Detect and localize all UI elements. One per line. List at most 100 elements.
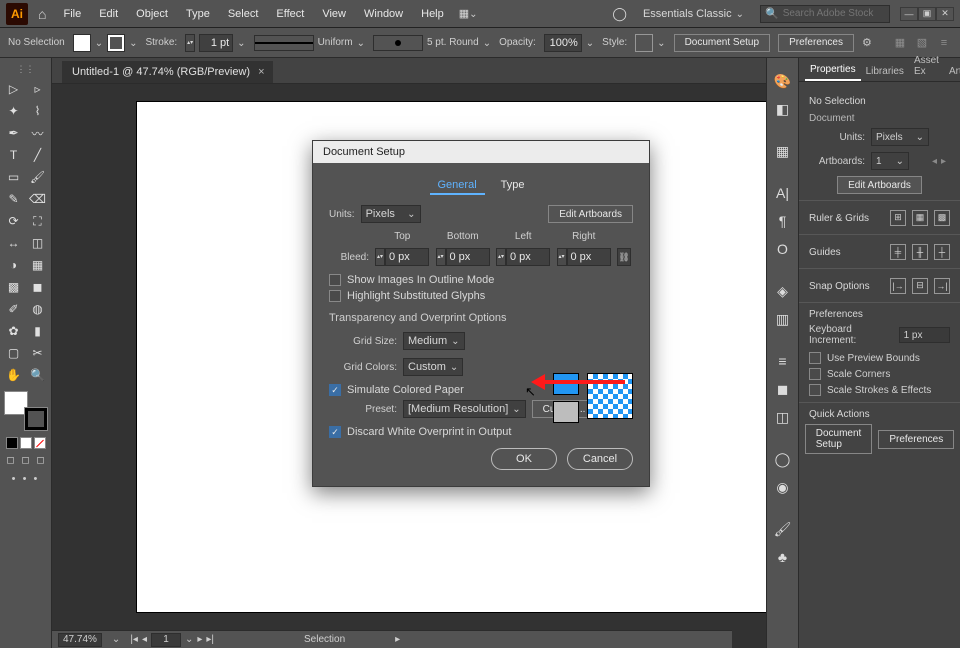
layers-panel-icon[interactable]: ◈: [771, 278, 795, 304]
use-preview-bounds-checkbox[interactable]: [809, 352, 821, 364]
lock-guides-icon[interactable]: ╫: [912, 244, 928, 260]
color-swatch[interactable]: [6, 437, 18, 449]
zoom-tool-icon[interactable]: 🔍: [27, 365, 49, 385]
preset-select[interactable]: [Medium Resolution]: [403, 400, 526, 418]
chevron-down-icon[interactable]: [586, 37, 594, 49]
menu-effect[interactable]: Effect: [269, 5, 311, 23]
artboards-panel-icon[interactable]: ▥: [771, 306, 795, 332]
smart-guides-icon[interactable]: ┼: [934, 244, 950, 260]
menu-file[interactable]: File: [56, 5, 88, 23]
lasso-tool-icon[interactable]: ⌇: [27, 101, 49, 121]
fill-swatch[interactable]: [73, 34, 91, 52]
grid-colors-select[interactable]: Custom: [403, 358, 463, 376]
menu-help[interactable]: Help: [414, 5, 451, 23]
tab-asset-export[interactable]: Asset Ex: [909, 51, 944, 81]
simulate-paper-checkbox[interactable]: [329, 384, 341, 396]
adobe-stock-search[interactable]: 🔍: [760, 5, 890, 23]
grid-color-swatch-1[interactable]: [553, 373, 579, 395]
snap-grid-icon[interactable]: ⊟: [912, 278, 928, 294]
eraser-tool-icon[interactable]: ⌫: [27, 189, 49, 209]
highlight-glyphs-checkbox[interactable]: [329, 290, 341, 302]
transparency-panel-icon[interactable]: ◫: [771, 404, 795, 430]
artboards-select[interactable]: 1: [871, 152, 909, 170]
fill-stroke-indicator[interactable]: [4, 391, 48, 431]
gradient-tool-icon[interactable]: ◼: [27, 277, 49, 297]
prev-artboard-icon[interactable]: ◂: [142, 634, 147, 645]
bleed-right-field[interactable]: 0 px: [567, 248, 611, 266]
eyedropper-tool-icon[interactable]: ✐: [3, 299, 25, 319]
show-guides-icon[interactable]: ╪: [890, 244, 906, 260]
shape-builder-tool-icon[interactable]: ◑: [3, 255, 25, 275]
menu-type[interactable]: Type: [179, 5, 217, 23]
bleed-right-stepper[interactable]: ▴▾: [557, 248, 567, 266]
menu-edit[interactable]: Edit: [92, 5, 125, 23]
quick-preferences-button[interactable]: Preferences: [878, 430, 954, 449]
selection-tool-icon[interactable]: ▷: [3, 79, 25, 99]
line-segment-tool-icon[interactable]: ╱: [27, 145, 49, 165]
search-input[interactable]: [783, 8, 885, 19]
ok-button[interactable]: OK: [491, 448, 557, 470]
keyboard-increment-field[interactable]: 1 px: [899, 327, 950, 343]
graphic-styles-panel-icon[interactable]: ◉: [771, 474, 795, 500]
type-tool-icon[interactable]: T: [3, 145, 25, 165]
character-panel-icon[interactable]: A|: [771, 180, 795, 206]
panel-grip-icon[interactable]: ⋮⋮: [4, 64, 47, 75]
bleed-left-field[interactable]: 0 px: [506, 248, 550, 266]
grid-size-select[interactable]: Medium: [403, 332, 465, 350]
grid-icon[interactable]: ▦: [912, 210, 928, 226]
style-swatch[interactable]: [635, 34, 653, 52]
column-graph-tool-icon[interactable]: ▮: [27, 321, 49, 341]
chevron-down-icon[interactable]: [185, 634, 193, 645]
draw-behind-icon[interactable]: ◻: [19, 453, 32, 467]
units-select[interactable]: Pixels: [361, 205, 421, 223]
none-swatch[interactable]: [34, 437, 46, 449]
window-restore[interactable]: ▣: [918, 7, 936, 21]
bleed-bottom-field[interactable]: 0 px: [446, 248, 490, 266]
shaper-tool-icon[interactable]: ✎: [3, 189, 25, 209]
window-close[interactable]: ✕: [936, 7, 954, 21]
edit-artboards-button[interactable]: Edit Artboards: [837, 176, 922, 194]
cancel-button[interactable]: Cancel: [567, 448, 633, 470]
pen-tool-icon[interactable]: ✒: [3, 123, 25, 143]
gradient-swatch[interactable]: [20, 437, 32, 449]
chevron-down-icon[interactable]: [129, 37, 137, 49]
show-images-checkbox[interactable]: [329, 274, 341, 286]
chevron-down-icon[interactable]: [237, 37, 245, 49]
stroke-weight-field[interactable]: 1 pt: [199, 34, 233, 52]
dialog-tab-general[interactable]: General: [430, 177, 485, 195]
edit-toolbar-icon[interactable]: • • •: [4, 473, 47, 485]
bleed-bottom-stepper[interactable]: ▴▾: [436, 248, 446, 266]
ruler-icon[interactable]: ⊞: [890, 210, 906, 226]
quick-document-setup-button[interactable]: Document Setup: [805, 424, 873, 454]
width-tool-icon[interactable]: ↔: [3, 233, 25, 253]
hand-tool-icon[interactable]: ✋: [3, 365, 25, 385]
window-minimize[interactable]: —: [900, 7, 918, 21]
edit-artboards-button[interactable]: Edit Artboards: [548, 205, 633, 223]
transparency-grid-icon[interactable]: ▩: [934, 210, 950, 226]
tab-properties[interactable]: Properties: [805, 60, 861, 81]
paintbrush-tool-icon[interactable]: 🖌: [27, 167, 49, 187]
bleed-top-stepper[interactable]: ▴▾: [375, 248, 385, 266]
bleed-top-field[interactable]: 0 px: [385, 248, 429, 266]
dialog-tab-type[interactable]: Type: [493, 177, 533, 195]
draw-normal-icon[interactable]: ◻: [4, 453, 17, 467]
home-icon[interactable]: ⌂: [38, 6, 46, 22]
color-guide-panel-icon[interactable]: ◧: [771, 96, 795, 122]
gradient-panel-icon[interactable]: ◼: [771, 376, 795, 402]
free-transform-tool-icon[interactable]: ◫: [27, 233, 49, 253]
stroke-stepper[interactable]: ▴▾: [185, 34, 195, 52]
paragraph-panel-icon[interactable]: ¶: [771, 208, 795, 234]
doc-prefs-icon[interactable]: ⚙: [862, 36, 872, 49]
menu-select[interactable]: Select: [221, 5, 266, 23]
brushes-panel-icon[interactable]: 🖌: [771, 516, 795, 542]
artboard-number-field[interactable]: 1: [151, 633, 181, 647]
zoom-field[interactable]: 47.74%: [58, 633, 102, 647]
scale-corners-checkbox[interactable]: [809, 368, 821, 380]
stroke-panel-icon[interactable]: ≡: [771, 348, 795, 374]
chevron-down-icon[interactable]: [112, 634, 120, 645]
scale-strokes-checkbox[interactable]: [809, 384, 821, 396]
direct-selection-tool-icon[interactable]: ▹: [27, 79, 49, 99]
menu-view[interactable]: View: [315, 5, 353, 23]
chevron-down-icon[interactable]: [95, 37, 103, 49]
tab-artboards[interactable]: Artboard: [944, 62, 960, 81]
